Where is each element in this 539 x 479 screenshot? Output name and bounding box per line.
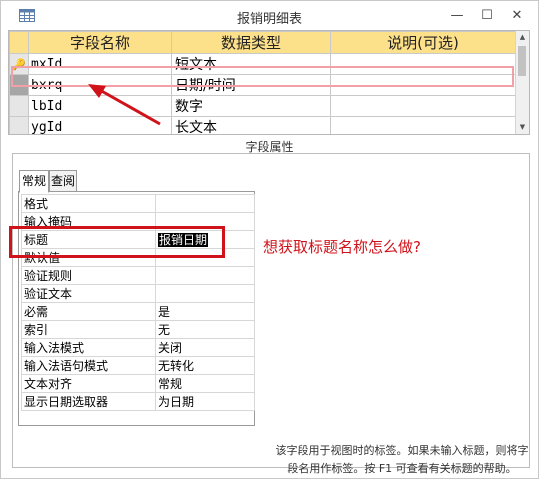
property-value[interactable]: 无 [155,320,255,339]
scroll-thumb[interactable] [518,46,526,76]
property-value[interactable]: 无转化 [155,356,255,375]
field-name-cell[interactable]: ygId [28,116,172,134]
caption-highlight-box [9,226,225,258]
title-bar: 报销明细表 — ☐ ✕ [1,1,538,31]
header-corner [9,31,29,54]
header-data-type: 数据类型 [171,31,331,54]
scroll-down-icon[interactable]: ▼ [516,121,529,134]
property-name: 验证规则 [21,266,156,285]
property-name: 验证文本 [21,284,156,303]
property-row[interactable]: 文本对齐 常规 [21,374,255,393]
property-row[interactable]: 验证规则 [21,266,255,285]
property-name: 输入法模式 [21,338,156,357]
row-selector[interactable] [9,95,29,117]
maximize-button[interactable]: ☐ [476,6,498,26]
property-row[interactable]: 必需是 [21,302,255,321]
vertical-scrollbar[interactable]: ▲ ▼ [515,31,529,134]
minimize-button[interactable]: — [446,6,468,26]
property-name: 必需 [21,302,156,321]
property-row[interactable]: 输入法模式 关闭 [21,338,255,357]
property-value[interactable]: 为日期 [155,392,255,411]
property-value[interactable] [155,194,255,213]
property-name: 文本对齐 [21,374,156,393]
header-field-name: 字段名称 [28,31,172,54]
tab-general[interactable]: 常规 [19,170,49,193]
property-name: 索引 [21,320,156,339]
table-row[interactable]: lbId 数字 [9,95,516,117]
description-cell[interactable] [330,116,516,134]
annotation-question: 想获取标题名称怎么做? [263,238,421,256]
property-value[interactable]: 是 [155,302,255,321]
row-highlight-box [11,66,514,87]
property-name: 输入法语句模式 [21,356,156,375]
header-description: 说明(可选) [330,31,516,54]
data-type-cell[interactable]: 长文本 [171,116,331,134]
field-properties-panel: 常规 查阅 格式 输入掩码 标题 报销日期 默认值 验证规则 验证文本 必需是 索… [12,153,530,475]
property-help-text: 该字段用于视图时的标签。如果未输入标题，则将字段名用作标签。按 F1 可查看有关… [275,444,529,475]
tab-lookup[interactable]: 查阅 [49,170,77,192]
close-button[interactable]: ✕ [506,6,528,26]
row-selector[interactable] [9,116,29,134]
property-name: 显示日期选取器 [21,392,156,411]
property-row[interactable]: 索引无 [21,320,255,339]
property-value[interactable]: 常规 [155,374,255,393]
property-row[interactable]: 输入法语句模式 无转化 [21,356,255,375]
scroll-up-icon[interactable]: ▲ [516,31,529,44]
grid-header-row: 字段名称 数据类型 说明(可选) [9,31,516,54]
property-value[interactable] [155,284,255,303]
data-type-cell[interactable]: 数字 [171,95,331,117]
field-name-cell[interactable]: lbId [28,95,172,117]
property-row[interactable]: 验证文本 [21,284,255,303]
property-row[interactable]: 格式 [21,194,255,213]
property-value[interactable]: 关闭 [155,338,255,357]
property-row[interactable]: 显示日期选取器 为日期 [21,392,255,411]
table-row[interactable]: ygId 长文本 [9,116,516,134]
description-cell[interactable] [330,95,516,117]
property-name: 格式 [21,194,156,213]
property-value[interactable] [155,266,255,285]
